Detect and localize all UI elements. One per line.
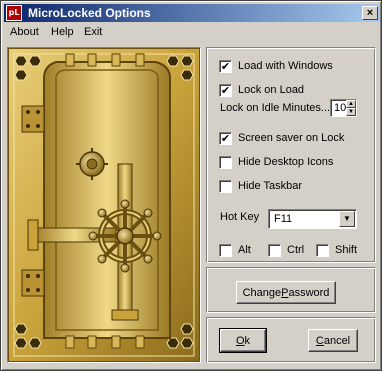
close-button[interactable]: × (362, 6, 378, 20)
hide-taskbar-label[interactable]: Hide Taskbar (238, 180, 302, 192)
cancel-accel: C (315, 334, 324, 347)
title-bar[interactable]: pL MicroLocked Options × (4, 4, 380, 22)
screen-saver-checkbox[interactable]: ✔ (219, 131, 232, 145)
window-title: MicroLocked Options (28, 6, 151, 20)
change-password-label-post: assword (288, 286, 330, 299)
shift-option[interactable]: Shift (316, 242, 357, 258)
change-password-label-pre: Change (242, 286, 282, 299)
ctrl-label[interactable]: Ctrl (287, 244, 304, 256)
options-window: pL MicroLocked Options × About Help Exit (0, 0, 382, 371)
hide-taskbar-checkbox[interactable] (219, 179, 232, 193)
load-with-windows-checkbox[interactable]: ✔ (219, 59, 232, 73)
vault-image (7, 47, 201, 363)
hotkey-select[interactable]: F11 ▼ (268, 209, 357, 229)
alt-option[interactable]: Alt (219, 242, 251, 258)
spin-up-icon[interactable]: ▲ (346, 100, 356, 108)
menu-help[interactable]: Help (51, 26, 74, 38)
idle-minutes-value[interactable]: 10 (334, 102, 346, 114)
hide-desktop-icons-label[interactable]: Hide Desktop Icons (238, 156, 333, 168)
lock-on-load-checkbox[interactable]: ✔ (219, 83, 232, 97)
hide-taskbar-option[interactable]: Hide Taskbar (219, 178, 302, 194)
ok-label-post: k (244, 334, 251, 347)
lock-on-load-option[interactable]: ✔ Lock on Load (219, 82, 304, 98)
menu-exit[interactable]: Exit (84, 26, 102, 38)
alt-checkbox[interactable] (219, 243, 232, 257)
alt-label[interactable]: Alt (238, 244, 251, 256)
hide-desktop-icons-option[interactable]: Hide Desktop Icons (219, 154, 333, 170)
hide-desktop-icons-checkbox[interactable] (219, 155, 232, 169)
chevron-down-icon[interactable]: ▼ (339, 211, 355, 227)
change-password-accel: P (281, 286, 289, 299)
ctrl-option[interactable]: Ctrl (268, 242, 304, 258)
load-with-windows-option[interactable]: ✔ Load with Windows (219, 58, 333, 74)
vault-door-icon (7, 47, 201, 363)
shift-checkbox[interactable] (316, 243, 329, 257)
cancel-button[interactable]: Cancel (308, 329, 358, 352)
screen-saver-option[interactable]: ✔ Screen saver on Lock (219, 130, 344, 146)
change-password-button[interactable]: Change Password (236, 281, 336, 304)
lock-idle-label: Lock on Idle Minutes... (220, 102, 331, 114)
idle-minutes-spinner[interactable]: 10 ▲ ▼ (330, 99, 357, 117)
app-icon: pL (6, 5, 22, 21)
lock-on-load-label[interactable]: Lock on Load (238, 84, 304, 96)
ok-accel: O (235, 334, 245, 347)
ok-button[interactable]: Ok (219, 328, 267, 353)
hotkey-label: Hot Key (220, 211, 260, 223)
spin-down-icon[interactable]: ▼ (346, 108, 356, 116)
screen-saver-label[interactable]: Screen saver on Lock (238, 132, 344, 144)
load-with-windows-label[interactable]: Load with Windows (238, 60, 333, 72)
ctrl-checkbox[interactable] (268, 243, 281, 257)
cancel-label-post: ancel (323, 334, 351, 347)
shift-label[interactable]: Shift (335, 244, 357, 256)
menu-bar: About Help Exit (4, 23, 380, 41)
hotkey-value[interactable]: F11 (274, 213, 292, 225)
menu-about[interactable]: About (10, 26, 39, 38)
